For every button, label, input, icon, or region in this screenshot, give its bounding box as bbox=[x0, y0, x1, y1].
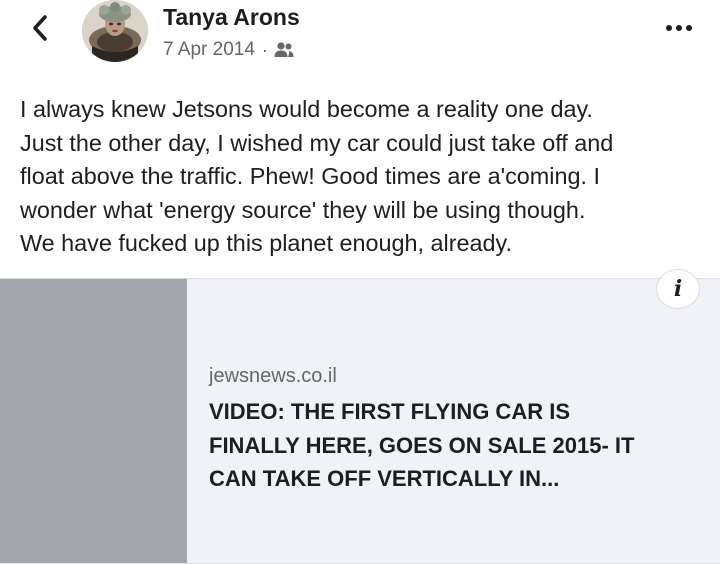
link-thumbnail[interactable] bbox=[0, 279, 187, 563]
post-header: Tanya Arons 7 Apr 2014 · bbox=[0, 0, 720, 80]
link-domain: jewsnews.co.il bbox=[209, 365, 337, 387]
author-name[interactable]: Tanya Arons bbox=[163, 4, 300, 31]
friends-icon[interactable] bbox=[273, 41, 295, 59]
post-date[interactable]: 7 Apr 2014 bbox=[163, 39, 255, 61]
link-title-line: CAN TAKE OFF VERTICALLY IN... bbox=[209, 466, 560, 491]
avatar-image bbox=[82, 0, 148, 62]
back-button[interactable] bbox=[24, 12, 56, 44]
post-text-line: wonder what 'energy source' they will be… bbox=[20, 196, 586, 223]
info-icon: i bbox=[673, 276, 683, 302]
post-text-line: We have fucked up this planet enough, al… bbox=[20, 230, 512, 256]
link-preview-body[interactable]: jewsnews.co.il VIDEO: THE FIRST FLYING C… bbox=[188, 279, 720, 563]
more-options-button[interactable] bbox=[662, 14, 696, 42]
post-meta: 7 Apr 2014 · bbox=[163, 39, 295, 61]
post-text: I always knew Jetsons would become a rea… bbox=[20, 93, 710, 261]
more-dot bbox=[686, 25, 692, 31]
avatar[interactable] bbox=[82, 0, 148, 62]
post-text-line: float above the traffic. Phew! Good time… bbox=[20, 163, 601, 189]
chevron-left-icon bbox=[33, 15, 47, 41]
link-preview-card[interactable]: jewsnews.co.il VIDEO: THE FIRST FLYING C… bbox=[0, 278, 720, 564]
link-title-line: VIDEO: THE FIRST FLYING CAR IS bbox=[209, 399, 570, 424]
info-button[interactable]: i bbox=[656, 269, 700, 309]
more-horizontal-icon bbox=[666, 25, 672, 31]
link-title[interactable]: VIDEO: THE FIRST FLYING CAR IS FINALLY H… bbox=[209, 395, 709, 496]
link-title-line: FINALLY HERE, GOES ON SALE 2015- IT bbox=[209, 432, 635, 458]
meta-separator: · bbox=[261, 39, 268, 60]
more-dot bbox=[676, 25, 682, 31]
post-text-line: I always knew Jetsons would become a rea… bbox=[20, 96, 593, 122]
post-text-line: Just the other day, I wished my car coul… bbox=[20, 129, 614, 156]
